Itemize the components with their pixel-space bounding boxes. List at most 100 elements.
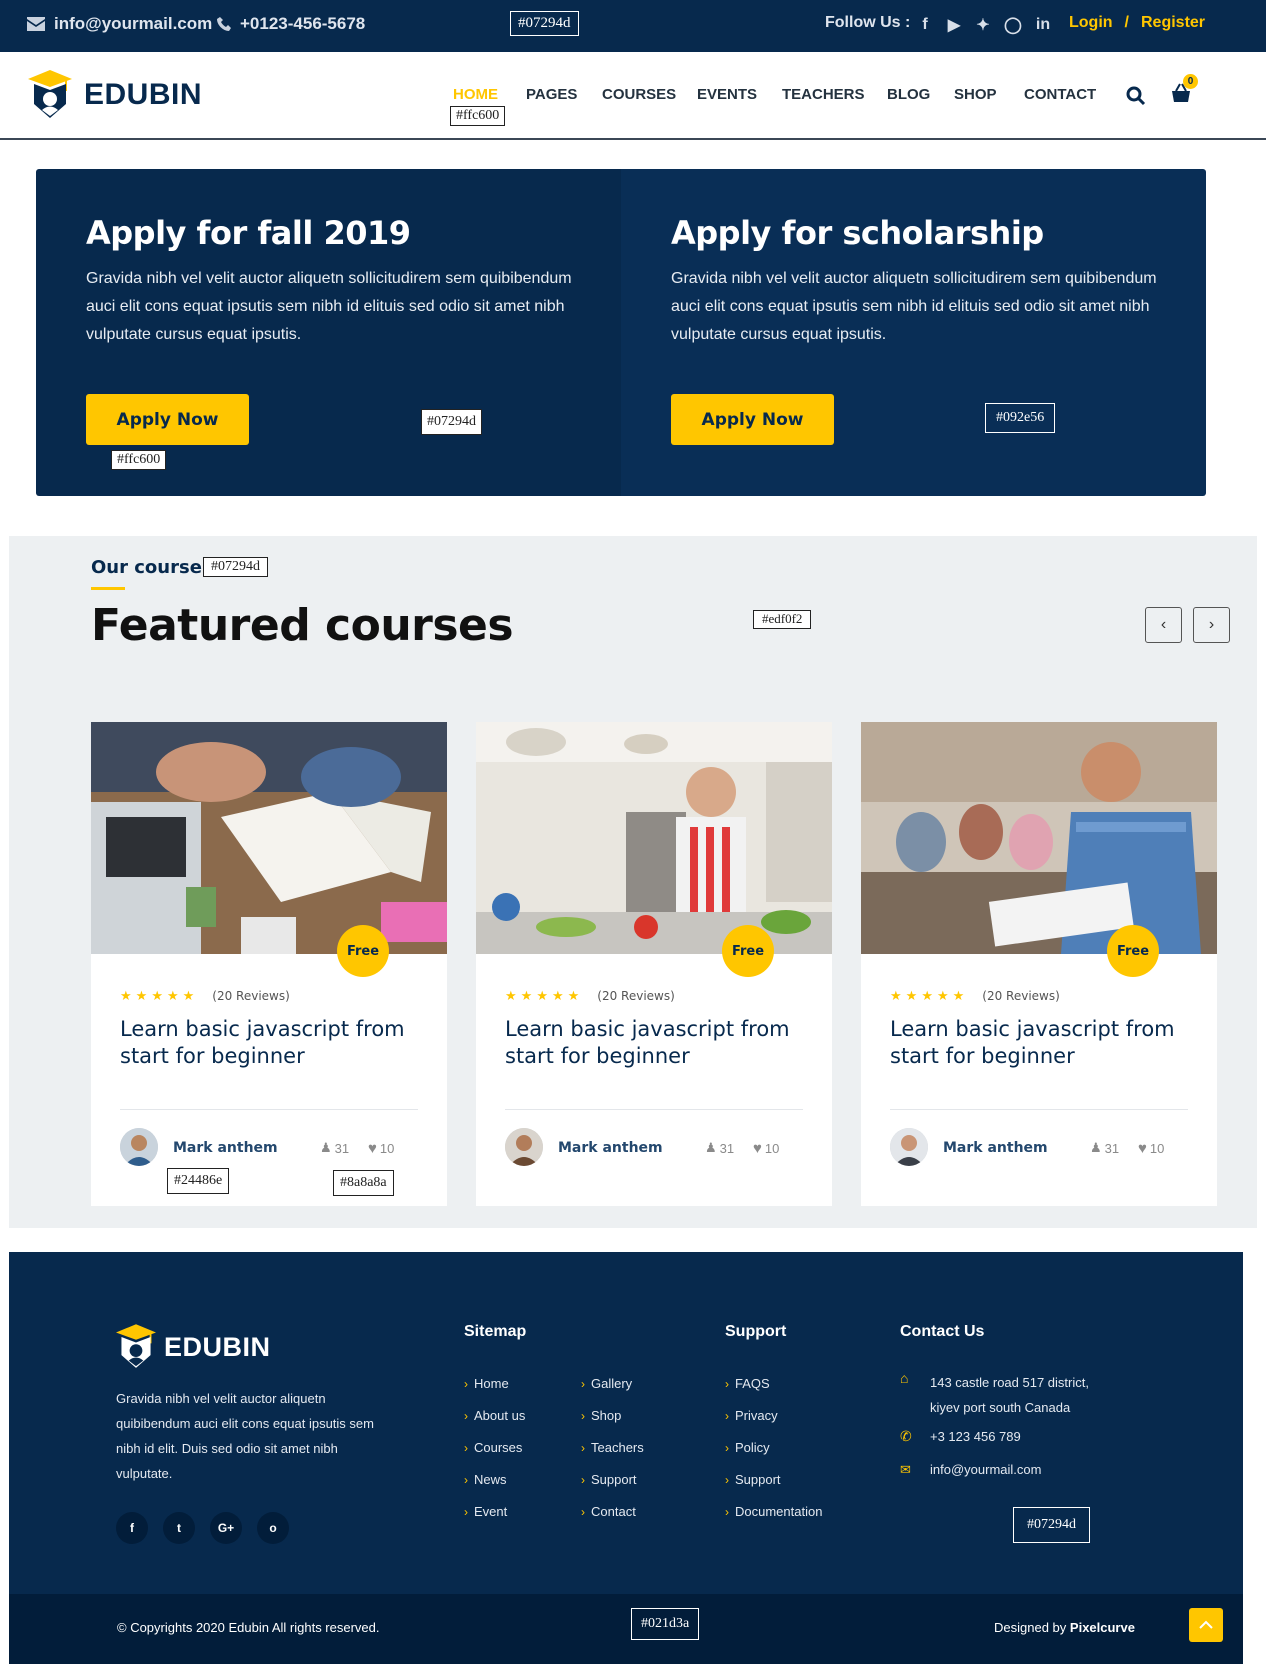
google-plus-icon[interactable]: G+ xyxy=(210,1512,242,1544)
nav-events[interactable]: EVENTS xyxy=(697,86,757,103)
logo[interactable] xyxy=(28,70,72,125)
topbar-phone-text[interactable]: +0123-456-5678 xyxy=(240,14,365,34)
students-count-value: 31 xyxy=(334,1140,350,1156)
course-photo-study xyxy=(91,722,447,954)
user-icon: ♟ xyxy=(320,1140,332,1155)
card-divider xyxy=(120,1109,418,1110)
footer-link-contact[interactable]: › Contact xyxy=(581,1504,636,1519)
chevron-right-icon: › xyxy=(464,1472,468,1487)
instagram-icon[interactable]: o xyxy=(257,1512,289,1544)
facebook-icon[interactable]: f xyxy=(116,1512,148,1544)
nav-home[interactable]: HOME xyxy=(453,86,498,103)
footer: EDUBIN Gravida nibh vel velit auctor ali… xyxy=(9,1252,1243,1594)
author-name[interactable]: Mark anthem xyxy=(173,1140,278,1156)
search-icon[interactable] xyxy=(1126,86,1146,106)
youtube-icon[interactable]: ▶ xyxy=(946,15,962,35)
color-label-footer: #07294d xyxy=(1013,1507,1090,1544)
course-title[interactable]: Learn basic javascript from start for be… xyxy=(505,1016,805,1070)
topbar-phone[interactable]: +0123-456-5678 xyxy=(217,14,365,34)
chevron-right-icon: › xyxy=(725,1376,729,1391)
nav-blog[interactable]: BLOG xyxy=(887,86,930,103)
likes-count[interactable]: ♥ 10 xyxy=(753,1140,779,1157)
apply-scholarship-button[interactable]: Apply Now xyxy=(671,394,834,445)
footer-link-shop[interactable]: › Shop xyxy=(581,1408,621,1423)
facebook-icon[interactable]: f xyxy=(917,16,933,34)
heart-icon: ♥ xyxy=(1138,1140,1147,1157)
likes-count[interactable]: ♥ 10 xyxy=(1138,1140,1164,1157)
footer-link-home[interactable]: › Home xyxy=(464,1376,509,1391)
course-image-study[interactable] xyxy=(91,722,447,954)
footer-link-courses[interactable]: › Courses xyxy=(464,1440,522,1455)
course-image-cooking[interactable] xyxy=(476,722,832,954)
cart-button[interactable]: 0 xyxy=(1170,74,1198,109)
heart-icon: ♥ xyxy=(753,1140,762,1157)
twitter-icon[interactable]: t xyxy=(163,1512,195,1544)
footer-link-support-2[interactable]: › Support xyxy=(725,1472,781,1487)
back-to-top-button[interactable] xyxy=(1189,1608,1223,1642)
apply-fall-button[interactable]: Apply Now xyxy=(86,394,249,445)
nav-pages[interactable]: PAGES xyxy=(526,86,577,103)
course-card[interactable]: Free ★ ★ ★ ★ ★ (20 Reviews) Learn basic java… xyxy=(476,722,832,1206)
course-image-classroom[interactable] xyxy=(861,722,1217,954)
footer-link-faqs[interactable]: › FAQS xyxy=(725,1376,770,1391)
register-link[interactable]: Register xyxy=(1141,14,1205,32)
carousel-next-button[interactable]: › xyxy=(1193,607,1230,643)
avatar[interactable] xyxy=(505,1128,543,1166)
footer-logo[interactable] xyxy=(116,1324,156,1375)
address-line-2: kiyev port south Canada xyxy=(930,1400,1071,1415)
course-card[interactable]: Free ★ ★ ★ ★ ★ (20 Reviews) Learn basic java… xyxy=(91,722,447,1206)
star-icon: ★ xyxy=(936,988,949,1003)
auth-links: Login / Register xyxy=(1069,14,1205,32)
card-divider xyxy=(505,1109,803,1110)
rating-stars: ★ ★ ★ ★ ★ (20 Reviews) xyxy=(505,988,675,1004)
eyebrow-underline xyxy=(91,587,125,590)
top-bar: info@yourmail.com +0123-456-5678 #07294d… xyxy=(0,0,1266,52)
avatar[interactable] xyxy=(890,1128,928,1166)
likes-count[interactable]: ♥ 10 xyxy=(368,1140,394,1157)
nav-contact[interactable]: CONTACT xyxy=(1024,86,1096,103)
footer-logo-text[interactable]: EDUBIN xyxy=(164,1332,271,1363)
nav-shop[interactable]: SHOP xyxy=(954,86,997,103)
footer-link-about[interactable]: › About us xyxy=(464,1408,525,1423)
topbar-email-text[interactable]: info@yourmail.com xyxy=(54,14,212,34)
rating-stars: ★ ★ ★ ★ ★ (20 Reviews) xyxy=(890,988,1060,1004)
instagram-icon[interactable]: ◯ xyxy=(1004,15,1022,35)
linkedin-icon[interactable]: in xyxy=(1033,16,1053,34)
designed-by-label: Designed by xyxy=(994,1620,1067,1635)
footer-link-teachers[interactable]: › Teachers xyxy=(581,1440,644,1455)
footer-link-gallery[interactable]: › Gallery xyxy=(581,1376,632,1391)
contact-email[interactable]: info@yourmail.com xyxy=(930,1462,1041,1477)
color-label-section-bg: #edf0f2 xyxy=(753,610,812,629)
login-link[interactable]: Login xyxy=(1069,14,1113,32)
topbar-social: f ▶ ✦ ◯ in xyxy=(917,15,1053,35)
footer-link-support[interactable]: › Support xyxy=(581,1472,637,1487)
designer-link[interactable]: Pixelcurve xyxy=(1070,1620,1135,1635)
twitter-icon[interactable]: ✦ xyxy=(975,15,991,35)
author-name[interactable]: Mark anthem xyxy=(943,1140,1048,1156)
course-card[interactable]: Free ★ ★ ★ ★ ★ (20 Reviews) Learn basic java… xyxy=(861,722,1217,1206)
topbar-email[interactable]: info@yourmail.com xyxy=(27,14,212,34)
footer-bottom-bar: © Copyrights 2020 Edubin All rights rese… xyxy=(9,1594,1243,1664)
footer-link-documentation[interactable]: › Documentation xyxy=(725,1504,822,1519)
nav-courses[interactable]: COURSES xyxy=(602,86,676,103)
students-count: ♟ 31 xyxy=(1090,1140,1119,1156)
color-label-meta: #8a8a8a xyxy=(333,1170,394,1197)
apply-scholarship-text: Gravida nibh vel velit auctor aliquetn s… xyxy=(671,270,1157,343)
course-title[interactable]: Learn basic javascript from start for be… xyxy=(890,1016,1190,1070)
contact-phone[interactable]: +3 123 456 789 xyxy=(930,1429,1021,1444)
footer-link-policy[interactable]: › Policy xyxy=(725,1440,770,1455)
logo-text[interactable]: EDUBIN xyxy=(84,78,202,112)
rating-stars: ★ ★ ★ ★ ★ (20 Reviews) xyxy=(120,988,290,1004)
main-navbar: EDUBIN HOME PAGES COURSES EVENTS TEACHER… xyxy=(0,52,1266,140)
avatar[interactable] xyxy=(120,1128,158,1166)
course-title[interactable]: Learn basic javascript from start for be… xyxy=(120,1016,420,1070)
footer-link-news[interactable]: › News xyxy=(464,1472,507,1487)
star-icon: ★ xyxy=(151,988,163,1003)
carousel-prev-button[interactable]: ‹ xyxy=(1145,607,1182,643)
footer-link-privacy[interactable]: › Privacy xyxy=(725,1408,778,1423)
color-label-footer-bottom: #021d3a xyxy=(631,1608,700,1641)
contact-title: Contact Us xyxy=(900,1323,985,1340)
author-name[interactable]: Mark anthem xyxy=(558,1140,663,1156)
nav-teachers[interactable]: TEACHERS xyxy=(782,86,865,103)
footer-link-event[interactable]: › Event xyxy=(464,1504,507,1519)
